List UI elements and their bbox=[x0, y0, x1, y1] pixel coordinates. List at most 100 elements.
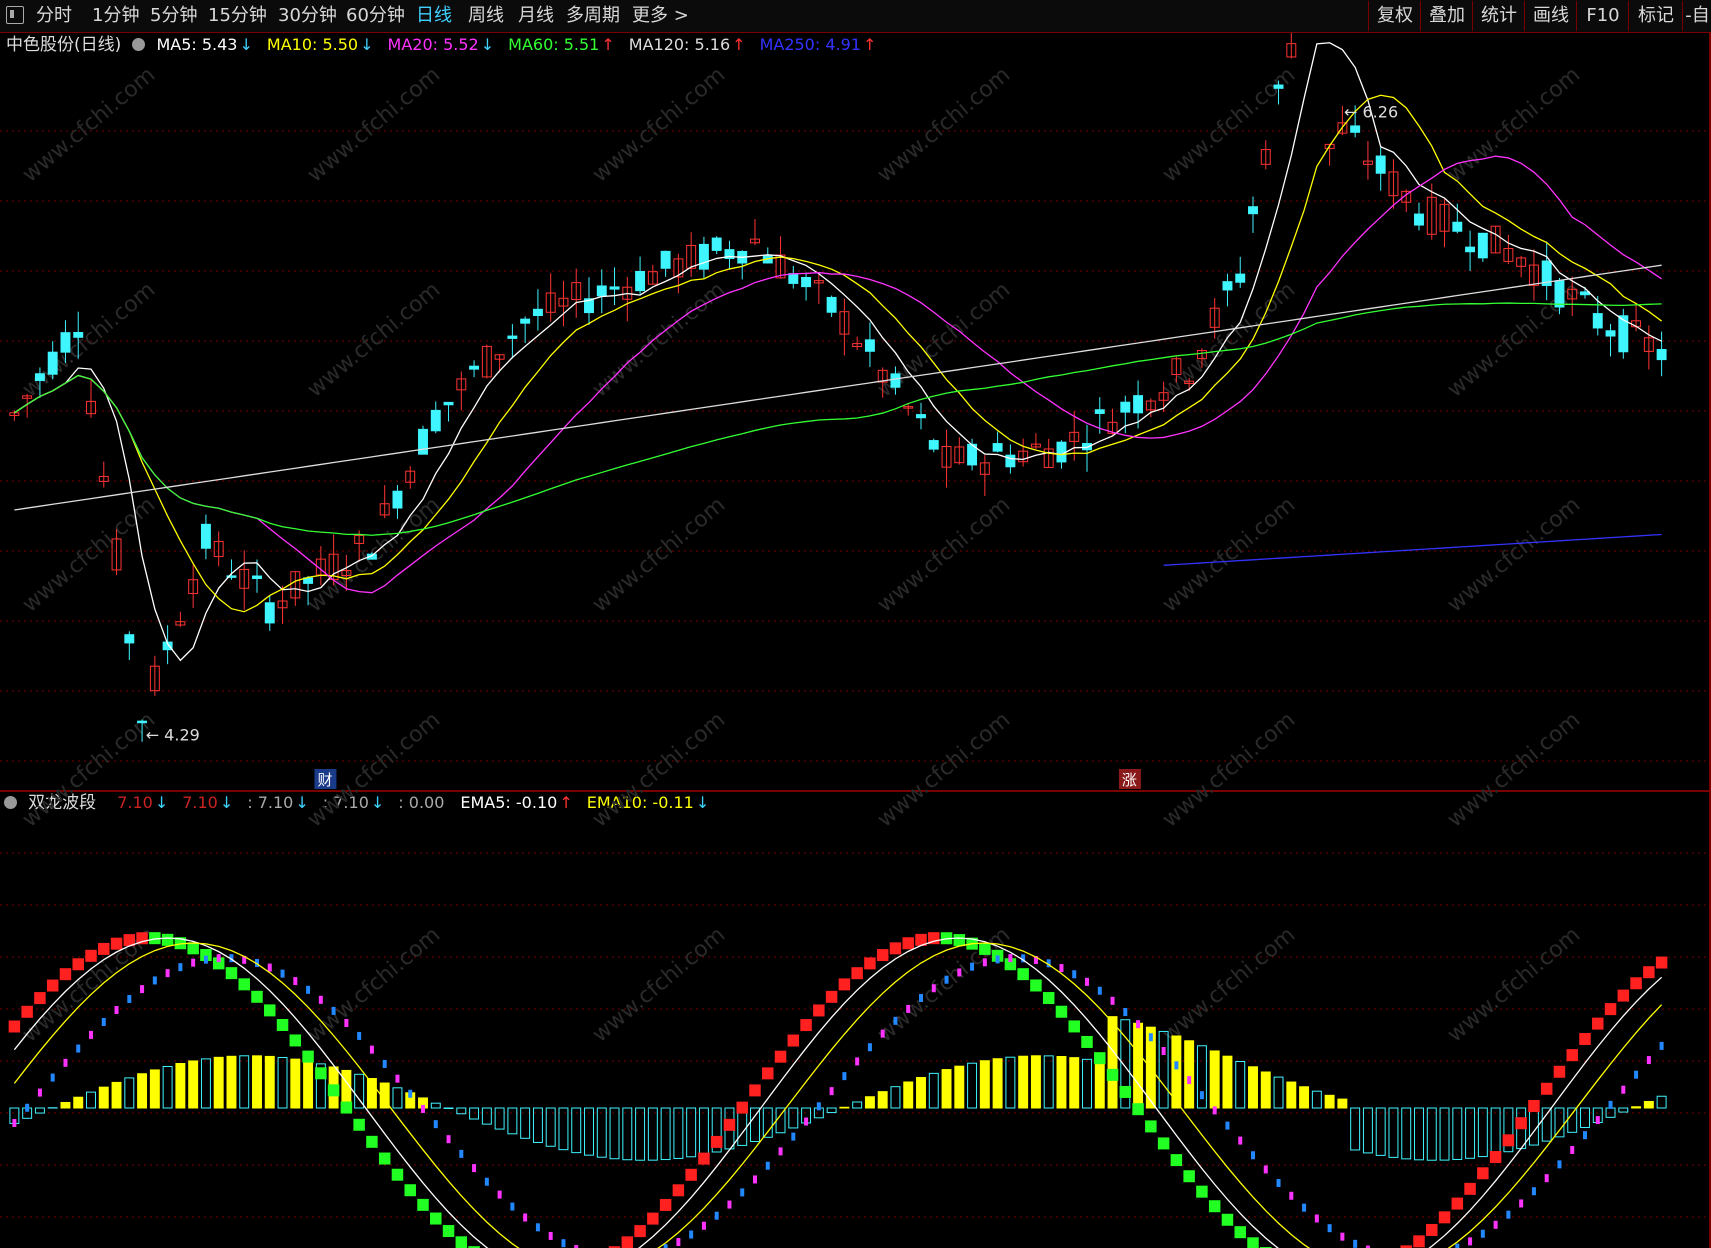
toolbar-button-6[interactable]: -自 bbox=[1682, 1, 1711, 31]
toolbar-button-2[interactable]: 统计 bbox=[1472, 1, 1525, 31]
wave-block bbox=[8, 1020, 21, 1033]
signal-dot bbox=[1531, 1187, 1536, 1196]
ma60-line bbox=[14, 302, 1662, 536]
signal-dot bbox=[50, 1073, 55, 1082]
wave-block bbox=[787, 1034, 800, 1047]
window-menu-icon[interactable] bbox=[6, 6, 24, 24]
histogram-bar bbox=[149, 1069, 160, 1109]
toolbar-button-3[interactable]: 画线 bbox=[1524, 1, 1577, 31]
wave-block bbox=[1604, 1003, 1617, 1016]
histogram-bar bbox=[1018, 1055, 1029, 1109]
candle-down bbox=[1350, 125, 1361, 133]
toolbar-button-5[interactable]: 标记 bbox=[1628, 1, 1683, 31]
period-tab-1[interactable]: 1分钟 bbox=[92, 4, 139, 28]
toolbar-button-4[interactable]: F10 bbox=[1576, 1, 1629, 31]
candle-down bbox=[1375, 155, 1386, 174]
wave-block bbox=[813, 1004, 825, 1017]
wave-block bbox=[417, 1198, 429, 1211]
signal-dot bbox=[1161, 1046, 1166, 1055]
period-tab-7[interactable]: 周线 bbox=[468, 4, 504, 28]
event-marker-1: 涨 bbox=[1122, 771, 1137, 789]
wave-block bbox=[340, 1101, 353, 1114]
period-tab-6[interactable]: 日线 bbox=[416, 4, 452, 28]
wave-block bbox=[762, 1067, 774, 1080]
signal-dot bbox=[382, 1059, 387, 1068]
histogram-bar bbox=[252, 1055, 262, 1109]
histogram-bar bbox=[1286, 1081, 1297, 1109]
histogram-bar bbox=[1362, 1107, 1373, 1154]
signal-dot bbox=[127, 994, 132, 1003]
histogram-bar bbox=[264, 1055, 275, 1109]
histogram-bar bbox=[864, 1096, 875, 1109]
wave-block bbox=[864, 957, 876, 970]
signal-dot bbox=[1251, 1151, 1255, 1160]
event-marker-0: 财 bbox=[317, 771, 332, 789]
toolbar-button-1[interactable]: 叠加 bbox=[1420, 1, 1473, 31]
wave-block bbox=[1540, 1082, 1553, 1095]
histogram-bar bbox=[852, 1101, 863, 1109]
wave-block bbox=[391, 1168, 404, 1181]
wave-block bbox=[1502, 1134, 1515, 1147]
signal-dot bbox=[331, 1006, 336, 1015]
watermark-text: www.cfchi.com bbox=[1158, 707, 1300, 832]
candle-down bbox=[890, 373, 901, 388]
wave-block bbox=[685, 1168, 697, 1181]
period-tab-8[interactable]: 月线 bbox=[518, 4, 554, 28]
wave-block bbox=[1489, 1151, 1502, 1164]
histogram-bar bbox=[430, 1102, 441, 1109]
wave-block bbox=[634, 1225, 646, 1238]
period-tab-9[interactable]: 多周期 bbox=[566, 4, 620, 28]
histogram-bar bbox=[1260, 1071, 1271, 1109]
histogram-bar bbox=[826, 1107, 837, 1114]
signal-dot bbox=[459, 1149, 464, 1158]
signal-dot bbox=[791, 1132, 796, 1141]
histogram-bar bbox=[558, 1107, 569, 1151]
ma120-line bbox=[14, 264, 1662, 511]
histogram-bar bbox=[1069, 1057, 1080, 1109]
wave-block bbox=[838, 978, 851, 991]
histogram-bar bbox=[1618, 1107, 1629, 1113]
toolbar-button-0[interactable]: 复权 bbox=[1368, 1, 1421, 31]
period-tab-2[interactable]: 5分钟 bbox=[150, 4, 197, 28]
signal-dot bbox=[982, 958, 987, 967]
period-tab-5[interactable]: 60分钟 bbox=[346, 4, 405, 28]
wave-block bbox=[1451, 1197, 1464, 1210]
histogram-bar bbox=[290, 1058, 301, 1109]
histogram-bar bbox=[698, 1107, 709, 1156]
histogram-bar bbox=[73, 1096, 84, 1109]
watermark-text: www.cfchi.com bbox=[1443, 922, 1585, 1047]
watermark-text: www.cfchi.com bbox=[588, 62, 730, 187]
candle-down bbox=[34, 373, 45, 382]
period-tab-10[interactable]: 更多 > bbox=[632, 4, 689, 28]
candle-down bbox=[137, 720, 148, 724]
histogram-bar bbox=[1235, 1060, 1246, 1109]
signal-dot bbox=[1289, 1191, 1294, 1200]
signal-dot bbox=[740, 1188, 745, 1197]
wave-block bbox=[327, 1084, 340, 1097]
signal-dot bbox=[1199, 1091, 1204, 1100]
signal-dot bbox=[1136, 1020, 1141, 1029]
wave-block bbox=[825, 990, 838, 1003]
histogram-bar bbox=[137, 1073, 148, 1109]
signal-dot bbox=[152, 976, 157, 985]
watermark-text: www.cfchi.com bbox=[873, 707, 1015, 832]
histogram-bar bbox=[941, 1069, 952, 1109]
wave-block bbox=[1170, 1154, 1183, 1167]
wave-block bbox=[1221, 1213, 1234, 1226]
signal-dot bbox=[1187, 1076, 1192, 1085]
wave-block bbox=[1655, 956, 1668, 969]
candle-down bbox=[928, 440, 939, 450]
period-tab-4[interactable]: 30分钟 bbox=[278, 4, 337, 28]
histogram-bar bbox=[34, 1107, 45, 1114]
period-tab-0[interactable]: 分时 bbox=[36, 4, 72, 28]
wave-block bbox=[225, 967, 238, 980]
signal-dot bbox=[63, 1058, 68, 1067]
kline-chart[interactable]: www.cfchi.com www.cfchi.com www.cfchi.com w… bbox=[0, 33, 1711, 1248]
signal-dot bbox=[893, 1016, 898, 1025]
candle-down bbox=[1554, 280, 1565, 308]
wave-block bbox=[187, 942, 199, 955]
period-tab-3[interactable]: 15分钟 bbox=[208, 4, 267, 28]
watermark-text: www.cfchi.com bbox=[1158, 492, 1300, 617]
histogram-bar bbox=[277, 1057, 288, 1109]
signal-dot bbox=[995, 955, 1000, 964]
